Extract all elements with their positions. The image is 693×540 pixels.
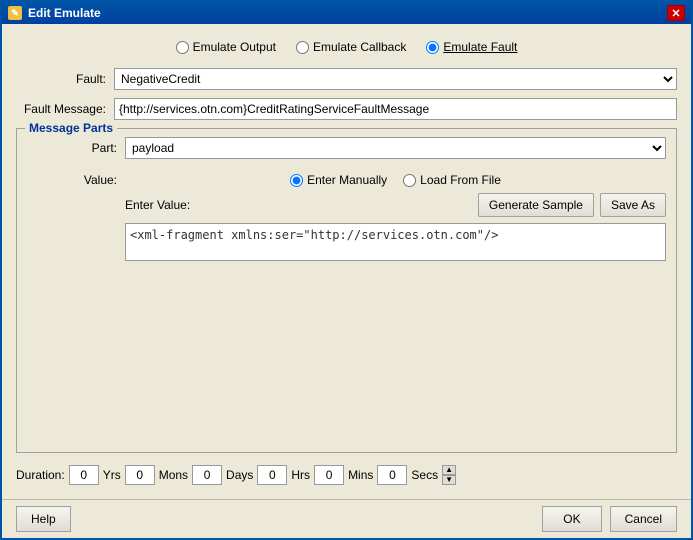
enter-manually-label[interactable]: Enter Manually — [307, 173, 387, 187]
enter-manually-option[interactable]: Enter Manually — [290, 173, 387, 187]
editor-buttons: Generate Sample Save As — [478, 193, 666, 217]
duration-mons-label: Mons — [159, 468, 188, 482]
enter-value-label: Enter Value: — [125, 198, 190, 212]
message-parts-title: Message Parts — [25, 121, 117, 135]
duration-hrs-label: Hrs — [291, 468, 310, 482]
emulate-fault-option[interactable]: Emulate Fault — [426, 40, 517, 54]
emulate-fault-label[interactable]: Emulate Fault — [443, 40, 517, 54]
duration-yrs-label: Yrs — [103, 468, 121, 482]
emulate-fault-radio[interactable] — [426, 41, 439, 54]
window-icon: ✎ — [8, 6, 22, 20]
emulate-output-radio[interactable] — [176, 41, 189, 54]
spinner-down[interactable]: ▼ — [442, 475, 456, 485]
duration-label: Duration: — [16, 468, 65, 482]
fault-label: Fault: — [16, 72, 106, 86]
duration-hrs-input[interactable] — [257, 465, 287, 485]
close-button[interactable]: ✕ — [667, 5, 685, 21]
duration-secs-label: Secs — [411, 468, 438, 482]
duration-secs-input[interactable] — [377, 465, 407, 485]
message-parts-group: Message Parts Part: payload Value: Enter… — [16, 128, 677, 453]
load-from-file-option[interactable]: Load From File — [403, 173, 501, 187]
edit-emulate-dialog: ✎ Edit Emulate ✕ Emulate Output Emulate … — [0, 0, 693, 540]
emulate-callback-option[interactable]: Emulate Callback — [296, 40, 406, 54]
bottom-bar: Help OK Cancel — [2, 499, 691, 538]
duration-days-label: Days — [226, 468, 253, 482]
enter-value-row: Enter Value: Generate Sample Save As — [125, 193, 666, 217]
dialog-content: Emulate Output Emulate Callback Emulate … — [2, 24, 691, 499]
window-title: Edit Emulate — [28, 6, 101, 20]
ok-button[interactable]: OK — [542, 506, 601, 532]
fault-message-label: Fault Message: — [16, 102, 106, 116]
duration-mins-input[interactable] — [314, 465, 344, 485]
emulate-callback-label[interactable]: Emulate Callback — [313, 40, 406, 54]
xml-editor[interactable]: <xml-fragment xmlns:ser="http://services… — [125, 223, 666, 261]
value-source-row: Enter Manually Load From File — [125, 173, 666, 187]
duration-mins-label: Mins — [348, 468, 373, 482]
ok-cancel-buttons: OK Cancel — [542, 506, 677, 532]
value-content: Enter Manually Load From File Enter Valu… — [125, 173, 666, 261]
duration-yrs-input[interactable] — [69, 465, 99, 485]
load-from-file-label[interactable]: Load From File — [420, 173, 501, 187]
fault-message-row: Fault Message: — [16, 98, 677, 120]
emulate-output-option[interactable]: Emulate Output — [176, 40, 276, 54]
generate-sample-button[interactable]: Generate Sample — [478, 193, 594, 217]
emulate-options-row: Emulate Output Emulate Callback Emulate … — [16, 34, 677, 60]
duration-spinner[interactable]: ▲ ▼ — [442, 465, 456, 485]
duration-mons-input[interactable] — [125, 465, 155, 485]
value-row: Value: Enter Manually Load From File — [27, 173, 666, 261]
spinner-up[interactable]: ▲ — [442, 465, 456, 475]
save-as-button[interactable]: Save As — [600, 193, 666, 217]
part-label: Part: — [27, 141, 117, 155]
part-row: Part: payload — [27, 137, 666, 159]
title-bar-content: ✎ Edit Emulate — [8, 6, 101, 20]
value-label: Value: — [27, 173, 117, 187]
duration-row: Duration: Yrs Mons Days Hrs Mins Secs ▲ … — [16, 461, 677, 489]
help-button[interactable]: Help — [16, 506, 71, 532]
part-select[interactable]: payload — [125, 137, 666, 159]
fault-row: Fault: NegativeCredit — [16, 68, 677, 90]
enter-manually-radio[interactable] — [290, 174, 303, 187]
fault-message-input[interactable] — [114, 98, 677, 120]
title-bar: ✎ Edit Emulate ✕ — [2, 2, 691, 24]
emulate-output-label[interactable]: Emulate Output — [193, 40, 276, 54]
fault-select[interactable]: NegativeCredit — [114, 68, 677, 90]
emulate-callback-radio[interactable] — [296, 41, 309, 54]
load-from-file-radio[interactable] — [403, 174, 416, 187]
cancel-button[interactable]: Cancel — [610, 506, 677, 532]
duration-days-input[interactable] — [192, 465, 222, 485]
